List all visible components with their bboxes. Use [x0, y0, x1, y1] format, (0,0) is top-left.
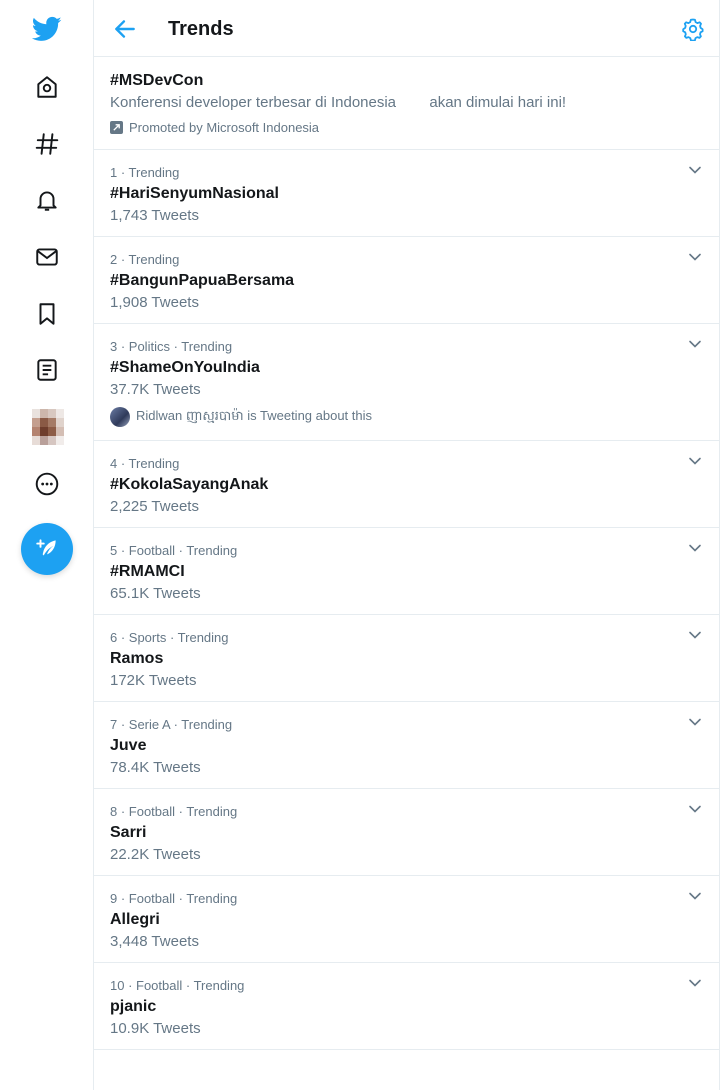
trend-name: #RMAMCI	[110, 563, 185, 580]
explore-hashtag-icon[interactable]	[24, 121, 70, 167]
more-icon[interactable]	[24, 461, 70, 507]
home-icon[interactable]	[24, 64, 70, 110]
chevron-down-icon[interactable]	[687, 714, 703, 730]
trend-tweet-count: 65.1K Tweets	[110, 585, 201, 602]
notifications-bell-icon[interactable]	[24, 177, 70, 223]
trend-meta: 3 · Politics · Trending	[110, 339, 233, 354]
main-column: Trends #MSDevCon Konferensi developer te…	[93, 0, 720, 1090]
trend-tweet-count: 78.4K Tweets	[110, 759, 201, 776]
chevron-down-icon[interactable]	[687, 249, 703, 265]
tweeting-about-text: Ridlwan ញាស្មរបាម៉ា is Tweeting about th…	[136, 407, 373, 423]
trend-meta: 4 · Trending	[110, 456, 180, 471]
settings-gear-icon[interactable]	[681, 17, 705, 42]
trend-item[interactable]: 8 · Football · Trending Sarri 22.2K Twee…	[94, 789, 719, 876]
promoted-trend-title: #MSDevCon	[110, 72, 204, 89]
tweeting-about-this: Ridlwan ញាស្មរបាម៉ា is Tweeting about th…	[110, 407, 372, 427]
twitter-logo-icon[interactable]	[24, 6, 70, 52]
promoted-trend-description: Konferensi developer terbesar di Indones…	[110, 94, 567, 111]
trend-item[interactable]: 5 · Football · Trending #RMAMCI 65.1K Tw…	[94, 528, 719, 615]
trend-name: #BangunPapuaBersama	[110, 272, 295, 289]
sidebar-nav	[0, 0, 93, 1090]
trend-item[interactable]: 3 · Politics · Trending #ShameOnYouIndia…	[94, 324, 719, 441]
trend-meta: 2 · Trending	[110, 252, 180, 267]
trend-item[interactable]: 4 · Trending #KokolaSayangAnak 2,225 Twe…	[94, 441, 719, 528]
trend-name: #KokolaSayangAnak	[110, 476, 269, 493]
back-arrow-icon[interactable]	[112, 16, 138, 42]
trend-meta: 10 · Football · Trending	[110, 978, 245, 993]
lists-icon[interactable]	[24, 347, 70, 393]
bookmarks-icon[interactable]	[24, 291, 70, 337]
chevron-down-icon[interactable]	[687, 453, 703, 469]
trend-tweet-count: 10.9K Tweets	[110, 1020, 201, 1037]
trend-item[interactable]: 10 · Football · Trending pjanic 10.9K Tw…	[94, 963, 719, 1050]
chevron-down-icon[interactable]	[687, 162, 703, 178]
compose-tweet-button[interactable]	[21, 523, 73, 575]
trend-tweet-count: 2,225 Tweets	[110, 498, 199, 515]
trend-tweet-count: 172K Tweets	[110, 672, 197, 689]
trend-item[interactable]: 7 · Serie A · Trending Juve 78.4K Tweets	[94, 702, 719, 789]
trend-meta: 1 · Trending	[110, 165, 180, 180]
messages-envelope-icon[interactable]	[24, 234, 70, 280]
compose-tweet-icon	[36, 539, 56, 556]
trend-name: Juve	[110, 737, 147, 754]
trend-meta: 6 · Sports · Trending	[110, 630, 229, 645]
tweeter-avatar	[110, 407, 130, 427]
chevron-down-icon[interactable]	[687, 627, 703, 643]
promoted-by-line: Promoted by Microsoft Indonesia	[110, 120, 319, 135]
trend-meta: 8 · Football · Trending	[110, 804, 238, 819]
trend-tweet-count: 22.2K Tweets	[110, 846, 201, 863]
promoted-icon	[110, 121, 123, 134]
trend-meta: 9 · Football · Trending	[110, 891, 238, 906]
chevron-down-icon[interactable]	[687, 336, 703, 352]
page-header: Trends	[94, 0, 719, 57]
promoted-trend[interactable]: #MSDevCon Konferensi developer terbesar …	[94, 57, 719, 150]
trend-tweet-count: 3,448 Tweets	[110, 933, 199, 950]
promoted-by-text: Promoted by Microsoft Indonesia	[129, 120, 320, 135]
chevron-down-icon[interactable]	[687, 801, 703, 817]
trend-tweet-count: 1,908 Tweets	[110, 294, 199, 311]
chevron-down-icon[interactable]	[687, 540, 703, 556]
trend-item[interactable]: 9 · Football · Trending Allegri 3,448 Tw…	[94, 876, 719, 963]
chevron-down-icon[interactable]	[687, 975, 703, 991]
trend-item[interactable]: 1 · Trending #HariSenyumNasional 1,743 T…	[94, 150, 719, 237]
chevron-down-icon[interactable]	[687, 888, 703, 904]
trend-tweet-count: 1,743 Tweets	[110, 207, 199, 224]
trend-meta: 7 · Serie A · Trending	[110, 717, 233, 732]
trend-tweet-count: 37.7K Tweets	[110, 381, 201, 398]
trend-name: #ShameOnYouIndia	[110, 359, 260, 376]
trend-name: Ramos	[110, 650, 164, 667]
trend-item[interactable]: 2 · Trending #BangunPapuaBersama 1,908 T…	[94, 237, 719, 324]
profile-avatar[interactable]	[32, 409, 64, 445]
trend-name: Sarri	[110, 824, 147, 841]
trend-name: Allegri	[110, 911, 160, 928]
trend-item[interactable]: 6 · Sports · Trending Ramos 172K Tweets	[94, 615, 719, 702]
trend-name: pjanic	[110, 998, 157, 1015]
trend-name: #HariSenyumNasional	[110, 185, 279, 202]
trend-meta: 5 · Football · Trending	[110, 543, 238, 558]
page-title: Trends	[168, 18, 234, 40]
